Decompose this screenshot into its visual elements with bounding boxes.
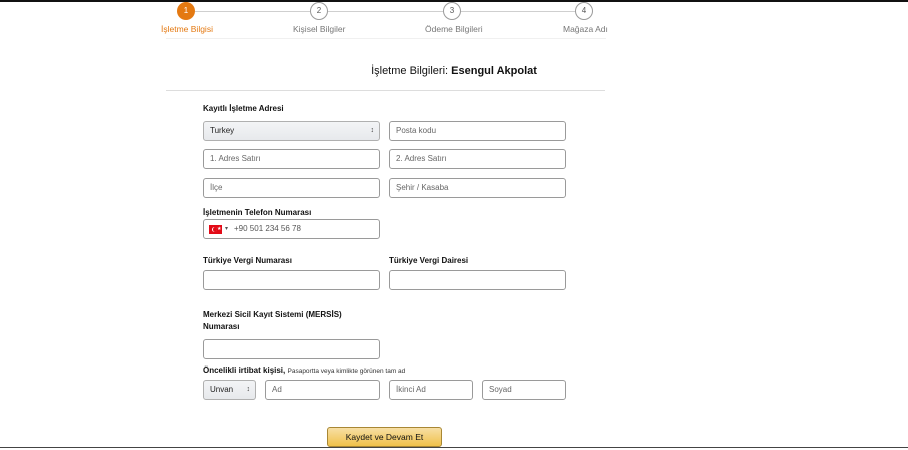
mersis-label: Merkezi Sicil Kayıt Sistemi (MERSİS) Num… [203,309,342,333]
title-select[interactable]: Unvan ↕ [203,380,256,400]
step-2-circle: 2 [310,2,328,20]
postal-code-input[interactable]: Posta kodu [389,121,566,141]
stepper-connector [328,11,443,12]
last-name-placeholder: Soyad [489,385,512,394]
postal-code-placeholder: Posta kodu [396,126,437,135]
stepper-divider [166,38,606,39]
first-name-input[interactable]: Ad [265,380,380,400]
step-1-circle: 1 [177,2,195,20]
chevron-down-icon[interactable]: ▾ [225,220,228,238]
select-arrows-icon: ↕ [370,127,375,134]
address-line-1-placeholder: 1. Adres Satırı [210,154,261,163]
mersis-label-line-1: Merkezi Sicil Kayıt Sistemi (MERSİS) [203,310,342,319]
last-name-input[interactable]: Soyad [482,380,566,400]
first-name-placeholder: Ad [272,385,282,394]
stepper-connector [461,11,576,12]
step-3-circle: 3 [443,2,461,20]
address-line-1-input[interactable]: 1. Adres Satırı [203,149,380,169]
contact-note: Pasaportta veya kimlikte görünen tam ad [287,368,406,375]
contact-label: Öncelikli irtibat kişisi, Pasaportta vey… [203,365,405,378]
step-3-label: Ödeme Bilgileri [425,24,483,34]
turkey-flag-icon[interactable]: ★ [209,225,222,234]
district-input[interactable]: İlçe [203,178,380,198]
address-line-2-input[interactable]: 2. Adres Satırı [389,149,566,169]
phone-placeholder: +90 501 234 56 78 [234,224,301,233]
tax-number-label: Türkiye Vergi Numarası [203,256,292,265]
stepper-connector [195,11,310,12]
city-input[interactable]: Şehir / Kasaba [389,178,566,198]
contact-label-text: Öncelikli irtibat kişisi, [203,366,286,375]
bottom-border [0,447,908,448]
middle-name-input[interactable]: İkinci Ad [389,380,473,400]
phone-label: İşletmenin Telefon Numarası [203,208,312,217]
title-divider [166,90,605,91]
step-4-label: Mağaza Adı [563,24,608,34]
tax-office-label: Türkiye Vergi Dairesi [389,256,469,265]
district-placeholder: İlçe [210,183,223,192]
step-4-circle: 4 [575,2,593,20]
country-value: Turkey [210,126,235,135]
select-arrows-icon: ↕ [246,386,251,393]
page-title-name: Esengul Akpolat [451,65,537,77]
phone-input[interactable]: ★ ▾ +90 501 234 56 78 [203,219,380,239]
page-title: İşletme Bilgileri: Esengul Akpolat [0,65,908,77]
tax-number-input[interactable] [203,270,380,290]
address-label: Kayıtlı İşletme Adresi [203,104,284,113]
tax-office-input[interactable] [389,270,566,290]
city-placeholder: Şehir / Kasaba [396,183,449,192]
step-2-label: Kişisel Bilgiler [293,24,346,34]
mersis-label-line-2: Numarası [203,322,240,331]
title-select-value: Unvan [210,385,234,394]
step-1-label: İşletme Bilgisi [161,24,213,34]
mersis-input[interactable] [203,339,380,359]
middle-name-placeholder: İkinci Ad [396,385,426,394]
page-title-prefix: İşletme Bilgileri: [371,65,449,77]
address-line-2-placeholder: 2. Adres Satırı [396,154,447,163]
save-and-continue-button[interactable]: Kaydet ve Devam Et [327,427,442,447]
country-select[interactable]: Turkey ↕ [203,121,380,141]
